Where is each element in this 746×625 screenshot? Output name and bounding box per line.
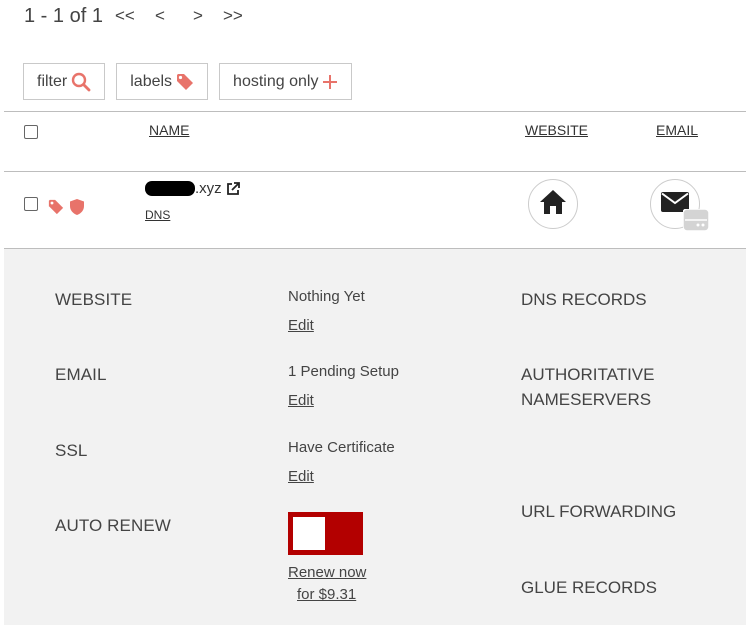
first-page-button[interactable]: << — [115, 6, 155, 26]
email-label: EMAIL — [55, 365, 107, 384]
dns-records-link[interactable]: DNS RECORDS — [521, 287, 647, 312]
select-all-checkbox[interactable] — [24, 125, 38, 139]
column-header-website[interactable]: WEBSITE — [525, 122, 588, 138]
filter-button[interactable]: filter — [23, 63, 106, 100]
tag-icon — [176, 73, 194, 91]
url-forwarding-link[interactable]: URL FORWARDING — [521, 499, 676, 524]
filter-bar: filter labels hosting only — [23, 63, 353, 100]
row-checkbox[interactable] — [24, 197, 38, 211]
hosting-only-label: hosting only — [233, 72, 319, 90]
ssl-edit-link[interactable]: Edit — [288, 468, 314, 485]
auth-ns-line1: AUTHORITATIVE — [521, 365, 655, 384]
auto-renew-label: AUTO RENEW — [55, 516, 171, 535]
glue-records-link[interactable]: GLUE RECORDS — [521, 575, 657, 600]
column-header-email[interactable]: EMAIL — [656, 122, 698, 138]
pager: 1 - 1 of 1 << < > >> — [24, 4, 253, 28]
divider — [4, 111, 746, 112]
divider — [4, 171, 746, 172]
toggle-knob — [293, 517, 325, 550]
filter-label: filter — [37, 72, 68, 90]
auto-renew-toggle[interactable] — [288, 512, 363, 555]
renew-now-link[interactable]: Renew now — [288, 564, 366, 581]
website-edit-link[interactable]: Edit — [288, 317, 314, 334]
last-page-button[interactable]: >> — [223, 6, 253, 26]
column-header-name[interactable]: NAME — [149, 122, 189, 138]
ssl-label: SSL — [55, 441, 88, 460]
auth-ns-line2: NAMESERVERS — [521, 390, 652, 409]
ssl-status: Have Certificate — [288, 439, 395, 456]
renew-price-link[interactable]: for $9.31 — [297, 586, 356, 603]
email-edit-link[interactable]: Edit — [288, 392, 314, 409]
domain-name-link[interactable]: .xyz — [145, 180, 240, 197]
shield-icon[interactable] — [68, 198, 86, 221]
redacted-domain — [145, 181, 195, 196]
labels-button[interactable]: labels — [116, 63, 209, 100]
external-link-icon[interactable] — [226, 181, 240, 196]
labels-label: labels — [130, 72, 173, 90]
website-button[interactable] — [528, 179, 578, 229]
email-status: 1 Pending Setup — [288, 363, 399, 380]
website-status: Nothing Yet — [288, 288, 365, 305]
tag-icon[interactable] — [48, 199, 64, 220]
result-count: 1 - 1 of 1 — [24, 4, 103, 27]
authoritative-nameservers-link[interactable]: AUTHORITATIVE NAMESERVERS — [521, 362, 655, 412]
dns-link[interactable]: DNS — [145, 208, 170, 222]
domain-suffix: .xyz — [195, 180, 222, 197]
website-label: WEBSITE — [55, 290, 133, 309]
home-icon — [538, 188, 568, 221]
hosting-only-button[interactable]: hosting only — [219, 63, 353, 100]
next-page-button[interactable]: > — [193, 6, 223, 26]
plus-icon — [322, 74, 338, 90]
search-icon — [71, 72, 91, 92]
server-icon — [682, 208, 710, 236]
prev-page-button[interactable]: < — [155, 6, 193, 26]
